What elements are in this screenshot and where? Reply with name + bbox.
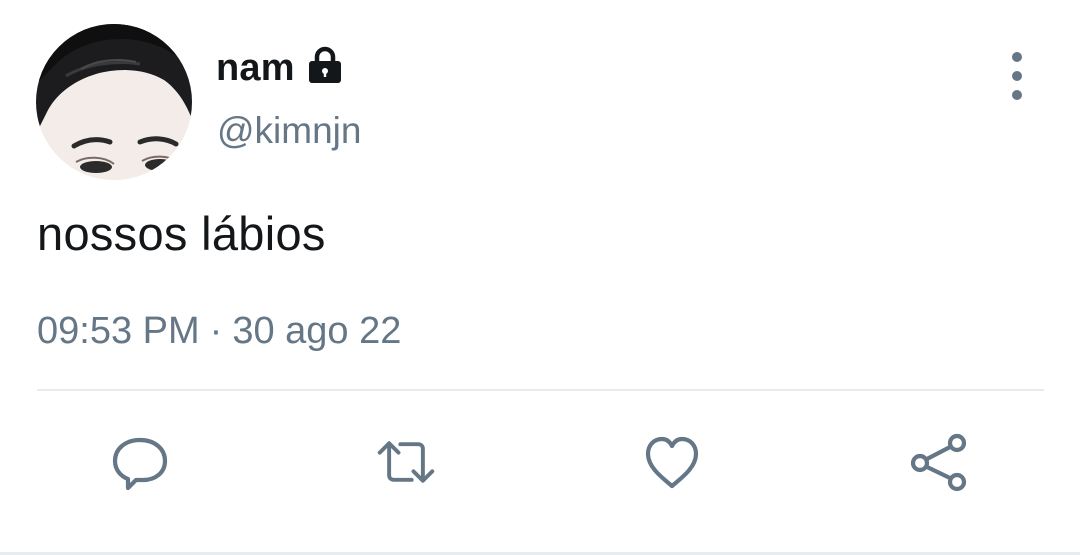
tweet-card: nam @kimnjn nossos lábios 09:53 PM · 30 … — [0, 0, 1080, 555]
more-dot-icon — [1012, 52, 1022, 62]
lock-icon — [305, 45, 345, 85]
tweet-text: nossos lábios — [37, 207, 326, 260]
more-dot-icon — [1012, 90, 1022, 100]
author-handle[interactable]: @kimnjn — [217, 110, 361, 152]
divider — [37, 389, 1044, 391]
share-button[interactable] — [906, 430, 970, 494]
more-dot-icon — [1012, 71, 1022, 81]
retweet-button[interactable] — [374, 430, 438, 494]
retweet-icon — [377, 441, 435, 483]
like-button[interactable] — [640, 430, 704, 494]
avatar[interactable] — [36, 24, 192, 180]
avatar-image — [36, 24, 192, 180]
share-icon — [910, 433, 967, 492]
reply-button[interactable] — [108, 430, 172, 494]
tweet-timestamp: 09:53 PM · 30 ago 22 — [37, 310, 401, 353]
author-name-row: nam — [216, 44, 345, 92]
display-name[interactable]: nam — [216, 47, 295, 90]
meta-separator: · — [209, 310, 223, 352]
more-options-button[interactable] — [1000, 52, 1034, 100]
tweet-date: 30 ago 22 — [232, 310, 402, 352]
reply-icon — [112, 437, 168, 491]
like-icon — [645, 436, 699, 489]
tweet-time: 09:53 PM — [37, 310, 200, 352]
